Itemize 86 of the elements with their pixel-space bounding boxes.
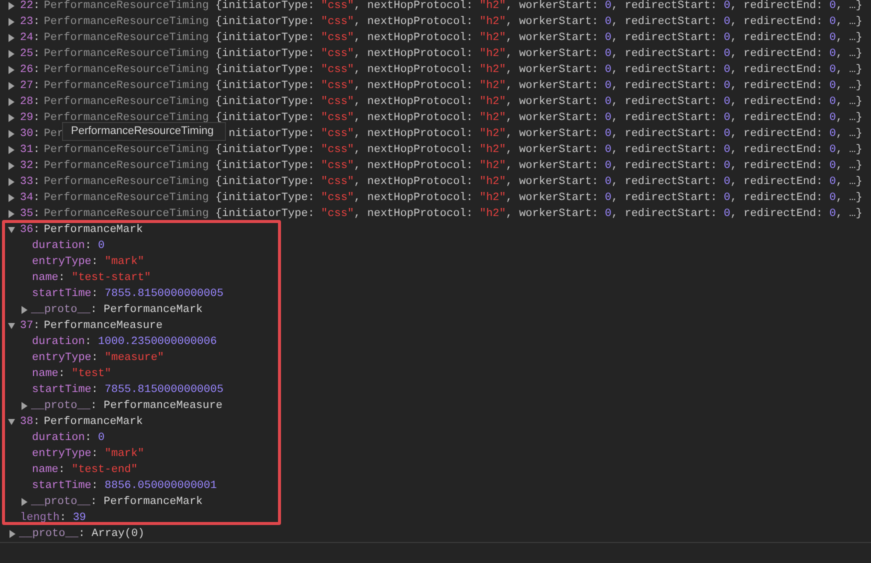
entry-index: 28: [20, 95, 40, 110]
class-name: PerformanceResourceTiming [44, 160, 209, 172]
entry-index: 22: [20, 0, 40, 14]
class-name: Per [44, 128, 64, 140]
object-preview: {initiatorType: "css", nextHopProtocol: "h2", workerStart: 0, redirectStart: 0, redirectEnd: 0, …} [215, 15, 862, 30]
tooltip: PerformanceResourceTiming [62, 122, 226, 141]
collapsed-arrow-icon[interactable] [8, 82, 15, 90]
collapsed-arrow-icon[interactable] [8, 114, 15, 122]
object-preview: {initiatorType: "css", nextHopProtocol: "h2", workerStart: 0, redirectStart: 0, redirectEnd: 0, …} [215, 159, 862, 174]
entry-index: 37: [20, 319, 40, 334]
object-preview: {initiatorType: "css", nextHopProtocol: "h2", workerStart: 0, redirectStart: 0, redirectEnd: 0, …} [215, 0, 862, 14]
collapsed-arrow-icon[interactable] [8, 2, 15, 10]
entry-index: 32: [20, 159, 40, 174]
object-preview: {initiatorType: "css", nextHopProtocol: "h2", workerStart: 0, redirectStart: 0, redirectEnd: 0, …} [215, 191, 862, 206]
collapsed-arrow-icon[interactable] [21, 402, 28, 410]
object-preview: {initiatorType: "css", nextHopProtocol: "h2", workerStart: 0, redirectStart: 0, redirectEnd: 0, …} [215, 31, 862, 46]
property-line: __proto__: PerformanceMark [31, 303, 203, 318]
entry-index: 35: [20, 207, 40, 222]
property-line: startTime: 8856.050000000001 [32, 479, 217, 494]
class-name: PerformanceResourceTiming [44, 80, 209, 92]
entry-index: 23: [20, 15, 40, 30]
entry-index: 36: [20, 223, 40, 238]
entry-index: 30: [20, 127, 40, 142]
collapsed-arrow-icon[interactable] [8, 98, 15, 106]
class-name: PerformanceResourceTiming [44, 48, 209, 60]
property-line: name: "test-end" [32, 463, 138, 478]
property-line: entryType: "mark" [32, 255, 144, 270]
object-preview: {initiatorType: "css", nextHopProtocol: "h2", workerStart: 0, redirectStart: 0, redirectEnd: 0, …} [215, 47, 862, 62]
entry-index: 38: [20, 415, 40, 430]
property-line: entryType: "mark" [32, 447, 144, 462]
class-name: PerformanceResourceTiming [44, 176, 209, 188]
class-name: PerformanceResourceTiming [44, 144, 209, 156]
collapsed-arrow-icon[interactable] [8, 50, 15, 58]
expanded-arrow-icon[interactable] [8, 322, 15, 330]
class-name: PerformanceResourceTiming [44, 64, 209, 76]
object-preview: {initiatorType: "css", nextHopProtocol: "h2", workerStart: 0, redirectStart: 0, redirectEnd: 0, …} [215, 143, 862, 158]
object-preview: {initiatorType: "css", nextHopProtocol: "h2", workerStart: 0, redirectStart: 0, redirectEnd: 0, …} [215, 63, 862, 78]
property-line: duration: 0 [32, 431, 105, 446]
collapsed-arrow-icon[interactable] [8, 178, 15, 186]
property-line: __proto__: Array(0) [19, 527, 144, 542]
property-line: name: "test" [32, 367, 112, 382]
entry-index: 31: [20, 143, 40, 158]
object-preview: {initiatorType: "css", nextHopProtocol: "h2", workerStart: 0, redirectStart: 0, redirectEnd: 0, …} [215, 79, 862, 94]
property-line: length: 39 [20, 511, 86, 526]
property-line: startTime: 7855.8150000000005 [32, 383, 224, 398]
collapsed-arrow-icon[interactable] [8, 66, 15, 74]
class-name: PerformanceResourceTiming [44, 208, 209, 220]
entry-index: 25: [20, 47, 40, 62]
entry-index: 26: [20, 63, 40, 78]
class-name: PerformanceResourceTiming [44, 112, 209, 124]
property-line: name: "test-start" [32, 271, 151, 286]
entry-index: 24: [20, 31, 40, 46]
collapsed-arrow-icon[interactable] [8, 146, 15, 154]
expanded-arrow-icon[interactable] [8, 226, 15, 234]
entry-index: 33: [20, 175, 40, 190]
collapsed-arrow-icon[interactable] [8, 130, 15, 138]
collapsed-arrow-icon[interactable] [21, 306, 28, 314]
object-preview: {initiatorType: "css", nextHopProtocol: "h2", workerStart: 0, redirectStart: 0, redirectEnd: 0, …} [215, 175, 862, 190]
collapsed-arrow-icon[interactable] [8, 34, 15, 42]
property-line: startTime: 7855.8150000000005 [32, 287, 224, 302]
class-name: PerformanceResourceTiming [44, 16, 209, 28]
collapsed-arrow-icon[interactable] [8, 194, 15, 202]
property-line: duration: 1000.2350000000006 [32, 335, 217, 350]
expanded-arrow-icon[interactable] [8, 418, 15, 426]
collapsed-arrow-icon[interactable] [21, 498, 28, 506]
property-line: entryType: "measure" [32, 351, 164, 366]
property-line: __proto__: PerformanceMark [31, 495, 203, 510]
property-line: duration: 0 [32, 239, 105, 254]
object-preview: {initiatorType: "css", nextHopProtocol: "h2", workerStart: 0, redirectStart: 0, redirectEnd: 0, …} [215, 95, 862, 110]
entry-index: 29: [20, 111, 40, 126]
collapsed-arrow-icon[interactable] [9, 530, 16, 538]
class-name: PerformanceMark [44, 415, 143, 430]
class-name: PerformanceResourceTiming [44, 0, 209, 12]
class-name: PerformanceResourceTiming [44, 32, 209, 44]
class-name: PerformanceResourceTiming [44, 96, 209, 108]
class-name: PerformanceResourceTiming [44, 192, 209, 204]
entry-index: 27: [20, 79, 40, 94]
collapsed-arrow-icon[interactable] [8, 162, 15, 170]
class-name: PerformanceMark [44, 223, 143, 238]
entry-index: 34: [20, 191, 40, 206]
object-preview: nitiatorType: "css", nextHopProtocol: "h2", workerStart: 0, redirectStart: 0, redirectEnd: 0, …} [228, 127, 862, 142]
property-line: __proto__: PerformanceMeasure [31, 399, 222, 414]
collapsed-arrow-icon[interactable] [8, 210, 15, 218]
class-name: PerformanceMeasure [44, 319, 163, 334]
collapsed-arrow-icon[interactable] [8, 18, 15, 26]
object-preview: {initiatorType: "css", nextHopProtocol: "h2", workerStart: 0, redirectStart: 0, redirectEnd: 0, …} [215, 207, 862, 222]
